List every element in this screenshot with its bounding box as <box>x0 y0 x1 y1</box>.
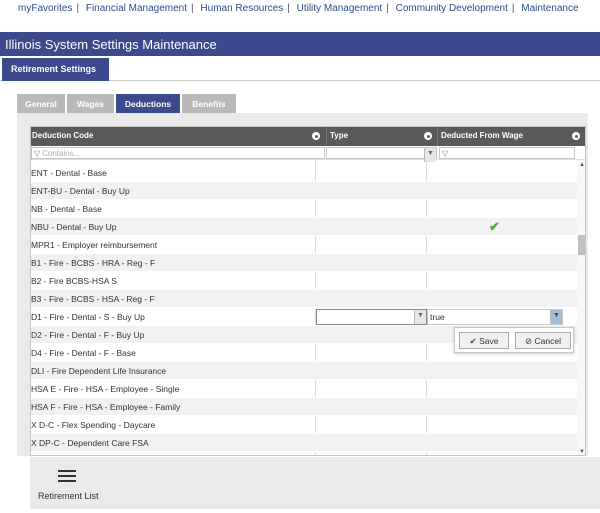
table-row[interactable]: ENT-BU - Dental - Buy Up <box>31 182 577 200</box>
deduction-code-cell: D2 - Fire - Dental - F - Buy Up <box>31 330 145 340</box>
table-row[interactable]: X DP-C - Dependent Care FSA <box>31 434 577 452</box>
table-row[interactable]: B3 - Fire - BCBS - HSA - Reg - F <box>31 290 577 308</box>
chevron-down-icon[interactable]: ▼ <box>414 310 426 324</box>
deduction-code-cell: B1 - Fire - BCBS - HRA - Reg - F <box>31 258 156 268</box>
nav-human-resources[interactable]: Human Resources <box>200 3 283 14</box>
deducted-filter[interactable]: ▽ <box>439 147 575 159</box>
table-row[interactable]: D1 - Fire - Dental - S - Buy Up ▼ true ▼ <box>31 308 577 326</box>
table-row[interactable]: X D-C - Flex Spending - Daycare <box>31 416 577 434</box>
bottom-toolbar: Retirement List <box>30 457 600 509</box>
deduction-code-cell: ENT-BU - Dental - Buy Up <box>31 186 130 196</box>
table-row[interactable]: B2 - Fire BCBS-HSA S <box>31 272 577 290</box>
gear-icon[interactable] <box>572 132 580 140</box>
grid-rows: ENT - Dental - Base ENT-BU - Dental - Buy… <box>31 164 577 452</box>
deduction-code-cell: ENT - Dental - Base <box>31 168 107 178</box>
tab-general[interactable]: General <box>17 94 65 113</box>
filter-icon: ▽ <box>442 149 449 158</box>
table-row[interactable]: DLI - Fire Dependent Life Insurance <box>31 362 577 380</box>
nav-community-development[interactable]: Community Development <box>396 3 508 14</box>
gear-icon[interactable] <box>312 132 320 140</box>
deduction-code-cell: NB - Dental - Base <box>31 204 102 214</box>
tab-deductions[interactable]: Deductions <box>116 94 180 113</box>
deduction-code-cell: HSA E - Fire - HSA - Employee - Single <box>31 384 180 394</box>
cancel-button[interactable]: ⊘ Cancel <box>515 332 571 349</box>
deduction-code-cell: DLI - Fire Dependent Life Insurance <box>31 366 167 376</box>
nav-utility-management[interactable]: Utility Management <box>297 3 383 14</box>
deduction-code-cell: X D-C - Flex Spending - Daycare <box>31 420 156 430</box>
list-icon[interactable] <box>58 470 76 484</box>
filter-icon: ▽ <box>34 149 41 158</box>
table-row[interactable]: NB - Dental - Base <box>31 200 577 218</box>
nav-financial-management[interactable]: Financial Management <box>86 3 187 14</box>
table-row[interactable]: B1 - Fire - BCBS - HRA - Reg - F <box>31 254 577 272</box>
table-row[interactable]: NBU - Dental - Buy Up ✔ <box>31 218 577 236</box>
filter-placeholder: Contains... <box>42 149 81 158</box>
scroll-up-icon[interactable]: ▲ <box>579 162 585 168</box>
nav-maintenance[interactable]: Maintenance <box>521 3 578 14</box>
deducted-from-wage-select[interactable]: true ▼ <box>427 309 563 325</box>
deduction-code-cell: MPR1 - Employer reimbursement <box>31 240 158 250</box>
column-header-type[interactable]: Type <box>326 127 436 146</box>
retirement-list-button[interactable]: Retirement List <box>38 491 99 501</box>
deduction-code-cell: X DP-C - Dependent Care FSA <box>31 438 149 448</box>
save-label: Save <box>479 336 499 346</box>
deduction-code-cell: NBU - Dental - Buy Up <box>31 222 117 232</box>
table-row[interactable]: HSA F - Fire - HSA - Employee - Family <box>31 398 577 416</box>
grid-header: Deduction Code Type Deducted From Wage <box>31 127 585 146</box>
column-header-deduction-code[interactable]: Deduction Code <box>31 127 325 146</box>
deduction-code-cell: B2 - Fire BCBS-HSA S <box>31 276 117 286</box>
scroll-down-icon[interactable]: ▼ <box>579 449 585 455</box>
page-title: Illinois System Settings Maintenance <box>0 32 600 56</box>
subtab-bar: Retirement Settings <box>0 56 600 81</box>
chevron-down-icon[interactable]: ▼ <box>550 310 562 324</box>
type-select[interactable]: ▼ <box>316 309 427 325</box>
deduction-code-filter[interactable]: ▽ Contains... <box>31 147 325 159</box>
top-navigation: myFavorites | Financial Management | Human… <box>0 0 600 20</box>
row-edit-actions: ✔ Save ⊘ Cancel <box>454 327 574 353</box>
nav-myfavorites[interactable]: myFavorites <box>18 3 72 14</box>
deduction-code-cell: D4 - Fire - Dental - F - Base <box>31 348 136 358</box>
deducted-value: true <box>430 312 445 322</box>
deductions-grid: Deduction Code Type Deducted From Wage ▽… <box>30 126 586 456</box>
tab-benefits[interactable]: Benefits <box>182 94 236 113</box>
type-filter[interactable]: ▼ <box>326 147 437 162</box>
checkmark-icon: ✔ <box>489 219 500 234</box>
deduction-code-cell: B3 - Fire - BCBS - HSA - Reg - F <box>31 294 155 304</box>
save-button[interactable]: ✔ Save <box>459 332 509 349</box>
tab-wages[interactable]: Wages <box>67 94 114 113</box>
scroll-thumb[interactable] <box>578 235 585 255</box>
table-row[interactable]: HSA E - Fire - HSA - Employee - Single <box>31 380 577 398</box>
gear-icon[interactable] <box>424 132 432 140</box>
scrollbar[interactable]: ▲ ▼ <box>577 160 585 455</box>
column-header-deducted-from-wage[interactable]: Deducted From Wage <box>437 127 585 146</box>
check-icon: ✔ <box>469 336 477 346</box>
table-row[interactable]: ENT - Dental - Base <box>31 164 577 182</box>
deduction-code-cell: HSA F - Fire - HSA - Employee - Family <box>31 402 181 412</box>
tab-retirement-settings[interactable]: Retirement Settings <box>2 58 109 81</box>
filter-row: ▽ Contains... ▼ ▽ <box>31 146 585 162</box>
table-row[interactable]: MPR1 - Employer reimbursement <box>31 236 577 254</box>
deduction-code-cell: D1 - Fire - Dental - S - Buy Up <box>31 312 145 322</box>
cancel-icon: ⊘ <box>525 336 533 346</box>
cancel-label: Cancel <box>534 336 561 346</box>
